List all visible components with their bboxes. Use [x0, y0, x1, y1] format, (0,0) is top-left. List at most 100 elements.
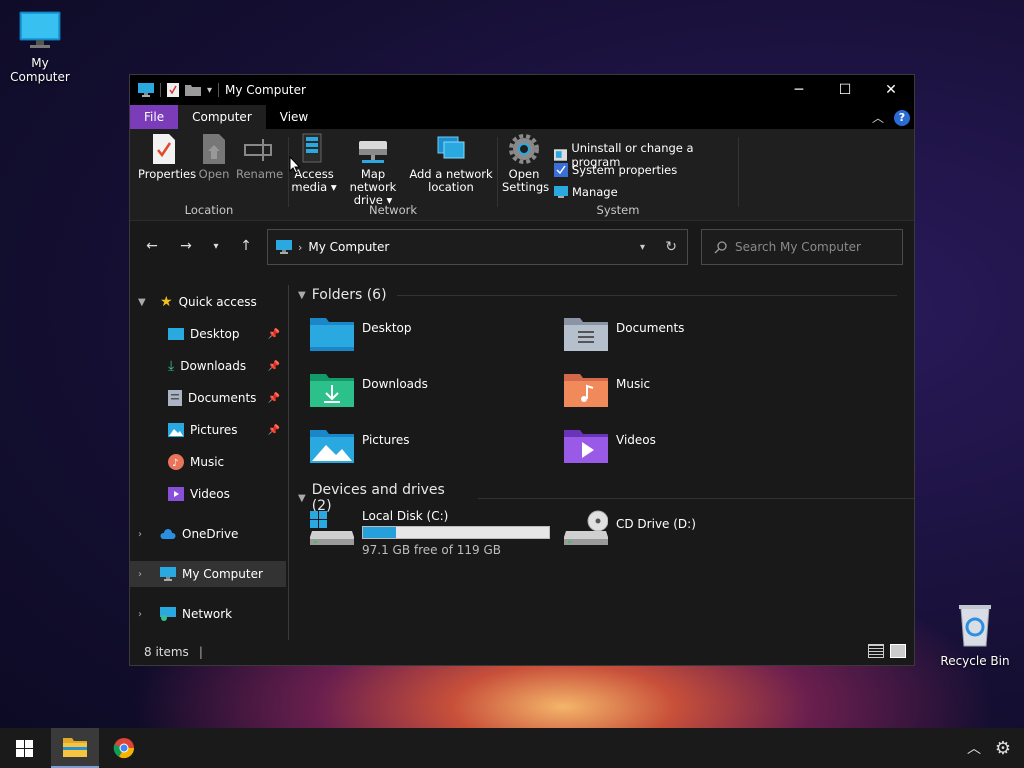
- folder-label: Music: [616, 377, 651, 391]
- cd-drive-icon: [564, 510, 608, 545]
- open-settings-button[interactable]: Open Settings: [502, 133, 549, 194]
- sidebar-item-label: Network: [182, 607, 233, 621]
- tab-file[interactable]: File: [130, 105, 179, 129]
- sidebar-item-downloads[interactable]: ⤓ Downloads 📌: [130, 353, 286, 379]
- taskbar-chrome[interactable]: [100, 728, 148, 768]
- system-properties-button[interactable]: System properties: [554, 163, 677, 177]
- taskbar-file-explorer[interactable]: [51, 728, 99, 768]
- drive-item-d[interactable]: CD Drive (D:): [564, 509, 696, 547]
- folder-item-videos[interactable]: Videos: [564, 427, 804, 475]
- breadcrumb[interactable]: My Computer: [308, 240, 389, 254]
- maximize-button[interactable]: ☐: [822, 75, 868, 105]
- sidebar-item-desktop[interactable]: Desktop 📌: [130, 321, 286, 347]
- section-header-folders[interactable]: ▼ Folders (6): [298, 287, 897, 303]
- desktop-folder-icon: [168, 328, 184, 340]
- folder-item-music[interactable]: Music: [564, 371, 804, 419]
- tab-computer[interactable]: Computer: [178, 105, 266, 129]
- taskbar: ︿ ⚙: [0, 728, 1024, 768]
- windows-logo-icon: [15, 739, 33, 757]
- address-dropdown-icon[interactable]: ▾: [640, 242, 645, 253]
- chrome-icon: [113, 738, 135, 759]
- status-divider: |: [198, 645, 203, 659]
- folder-item-downloads[interactable]: Downloads: [310, 371, 550, 419]
- settings-gear-button[interactable]: ⚙: [984, 728, 1022, 768]
- chevron-right-icon[interactable]: ›: [138, 609, 152, 620]
- drive-usage-fill: [363, 527, 397, 538]
- sidebar-item-pictures[interactable]: Pictures 📌: [130, 417, 286, 443]
- search-icon: [714, 240, 727, 253]
- collapse-ribbon-icon[interactable]: ︿: [872, 109, 884, 126]
- new-folder-icon[interactable]: [185, 84, 201, 96]
- search-box[interactable]: [701, 229, 903, 265]
- pin-icon[interactable]: 📌: [268, 425, 280, 436]
- folder-label: Desktop: [362, 321, 412, 335]
- desktop-icon-recycle-bin[interactable]: Recycle Bin: [935, 602, 1015, 668]
- documents-folder-icon: [564, 318, 608, 351]
- sidebar-item-network[interactable]: › Network: [130, 601, 286, 627]
- pin-icon[interactable]: 📌: [268, 329, 280, 340]
- sidebar-item-quick-access[interactable]: ▼ ★ Quick access: [130, 289, 286, 315]
- desktop-icon-my-computer[interactable]: My Computer: [0, 10, 80, 84]
- pin-icon[interactable]: 📌: [268, 393, 280, 404]
- start-button[interactable]: [0, 728, 48, 768]
- minimize-button[interactable]: ─: [776, 75, 822, 105]
- item-count: 8 items: [144, 645, 189, 659]
- sidebar-item-label: My Computer: [182, 567, 263, 581]
- sidebar-item-my-computer[interactable]: › My Computer: [130, 561, 286, 587]
- sidebar-item-documents[interactable]: Documents 📌: [130, 385, 286, 411]
- sidebar-item-label: Documents: [188, 391, 257, 405]
- drive-usage-bar: [362, 526, 550, 539]
- customize-toolbar-icon[interactable]: ▾: [207, 85, 212, 96]
- folder-label: Documents: [616, 321, 685, 335]
- details-view-button[interactable]: [868, 644, 884, 658]
- drive-item-c[interactable]: Local Disk (C:) 97.1 GB free of 119 GB: [310, 509, 550, 557]
- window-controls: ─ ☐ ✕: [776, 75, 914, 105]
- chevron-right-icon[interactable]: ›: [138, 529, 152, 540]
- monitor-icon: [19, 11, 61, 48]
- recent-locations-button[interactable]: ▾: [204, 234, 228, 258]
- folder-item-documents[interactable]: Documents: [564, 315, 804, 363]
- up-button[interactable]: ↑: [234, 234, 258, 258]
- back-button[interactable]: ←: [140, 234, 164, 258]
- quick-access-toolbar: ▾: [138, 83, 220, 97]
- help-icon[interactable]: ?: [894, 109, 910, 126]
- music-icon: ♪: [168, 454, 184, 470]
- computer-icon: [276, 240, 292, 254]
- system-properties-label: System properties: [572, 163, 678, 177]
- refresh-icon[interactable]: ↻: [665, 239, 677, 255]
- chevron-right-icon[interactable]: ›: [138, 569, 152, 580]
- folder-item-pictures[interactable]: Pictures: [310, 427, 550, 475]
- sidebar-item-label: Quick access: [178, 295, 257, 309]
- ribbon-group-system: Open Settings Uninstall or change a prog…: [130, 129, 738, 221]
- chevron-down-icon[interactable]: ▼: [138, 297, 152, 308]
- sidebar-item-label: Desktop: [190, 327, 240, 341]
- folder-item-desktop[interactable]: Desktop: [310, 315, 550, 363]
- svg-text:♪: ♪: [172, 458, 178, 469]
- chevron-down-icon[interactable]: ▼: [298, 493, 306, 504]
- pane-splitter[interactable]: [288, 285, 289, 640]
- document-icon: [168, 390, 182, 406]
- drive-name: CD Drive (D:): [616, 517, 696, 531]
- address-bar[interactable]: › My Computer ▾ ↻: [267, 229, 688, 265]
- drive-free-space: 97.1 GB free of 119 GB: [362, 543, 501, 557]
- tab-view[interactable]: View: [266, 105, 322, 129]
- properties-icon[interactable]: [167, 83, 179, 97]
- ribbon: Properties Open Rename Location Access m…: [130, 129, 914, 221]
- forward-button[interactable]: →: [174, 234, 198, 258]
- manage-button[interactable]: Manage: [554, 185, 618, 199]
- content-pane: ▼ Folders (6) Desktop Documents Download…: [290, 285, 914, 640]
- sidebar-item-label: Pictures: [190, 423, 238, 437]
- close-button[interactable]: ✕: [868, 75, 914, 105]
- status-bar: 8 items |: [130, 639, 914, 665]
- cloud-icon: [160, 529, 176, 539]
- large-icons-view-button[interactable]: [890, 644, 906, 658]
- network-icon: [160, 607, 176, 621]
- sidebar-item-music[interactable]: ♪ Music: [130, 449, 286, 475]
- desktop-icon-label: Recycle Bin: [940, 654, 1010, 668]
- desktop-folder-icon: [310, 318, 354, 351]
- chevron-down-icon[interactable]: ▼: [298, 290, 306, 301]
- search-input[interactable]: [735, 240, 895, 254]
- pin-icon[interactable]: 📌: [268, 361, 280, 372]
- sidebar-item-onedrive[interactable]: › OneDrive: [130, 521, 286, 547]
- sidebar-item-videos[interactable]: Videos: [130, 481, 286, 507]
